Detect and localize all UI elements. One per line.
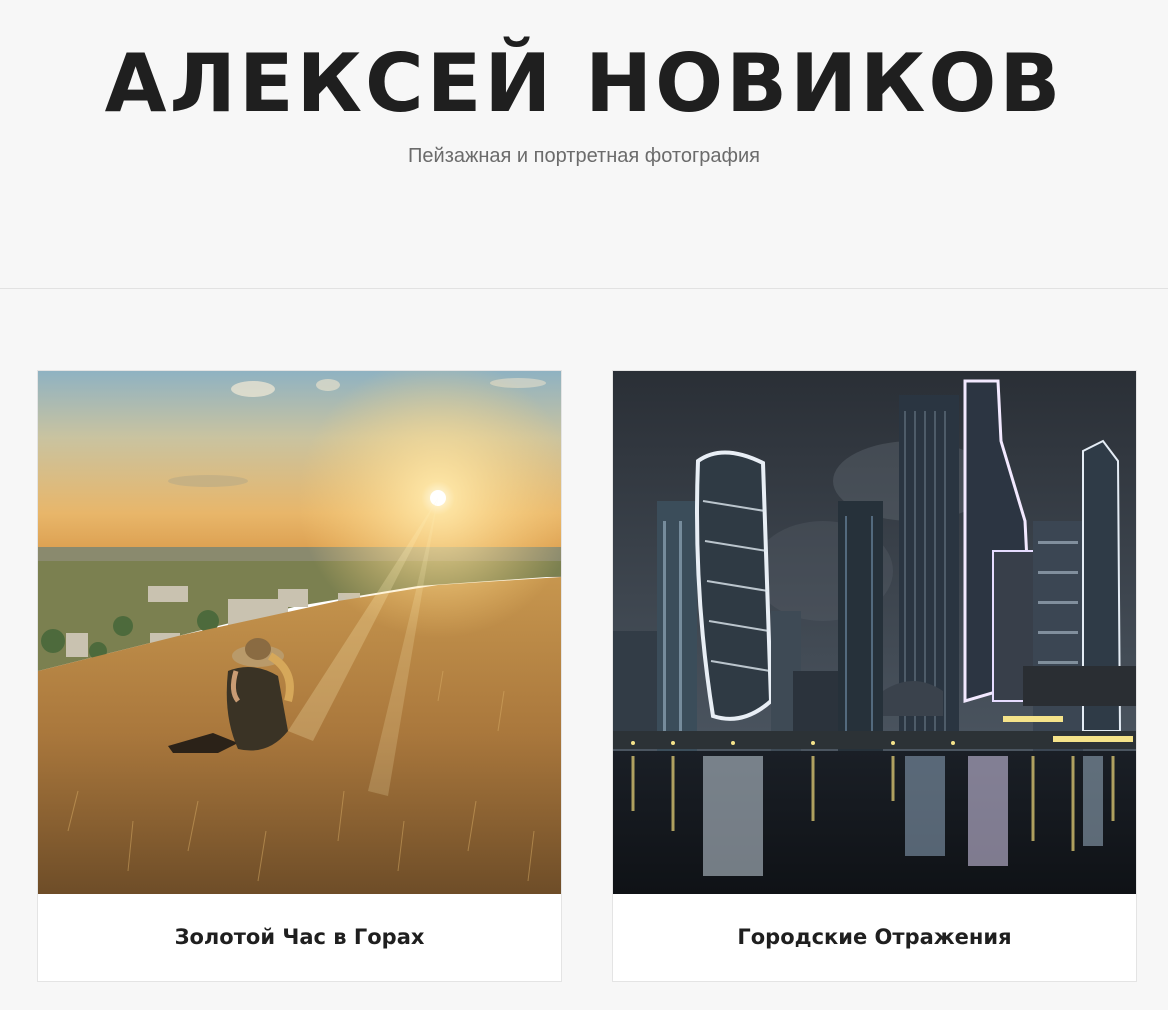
card-title[interactable]: Городские Отражения (613, 894, 1136, 981)
gallery-card-city-reflections[interactable]: Городские Отражения (612, 370, 1137, 982)
gallery-card-golden-hour[interactable]: Золотой Час в Горах (37, 370, 562, 982)
site-header: АЛЕКСЕЙ НОВИКОВ Пейзажная и портретная ф… (0, 0, 1168, 289)
city-reflections-photo[interactable] (613, 371, 1136, 894)
site-subtitle: Пейзажная и портретная фотография (408, 145, 760, 167)
site-title: АЛЕКСЕЙ НОВИКОВ (104, 37, 1064, 130)
golden-hour-photo[interactable] (38, 371, 561, 894)
card-title[interactable]: Золотой Час в Горах (38, 894, 561, 981)
